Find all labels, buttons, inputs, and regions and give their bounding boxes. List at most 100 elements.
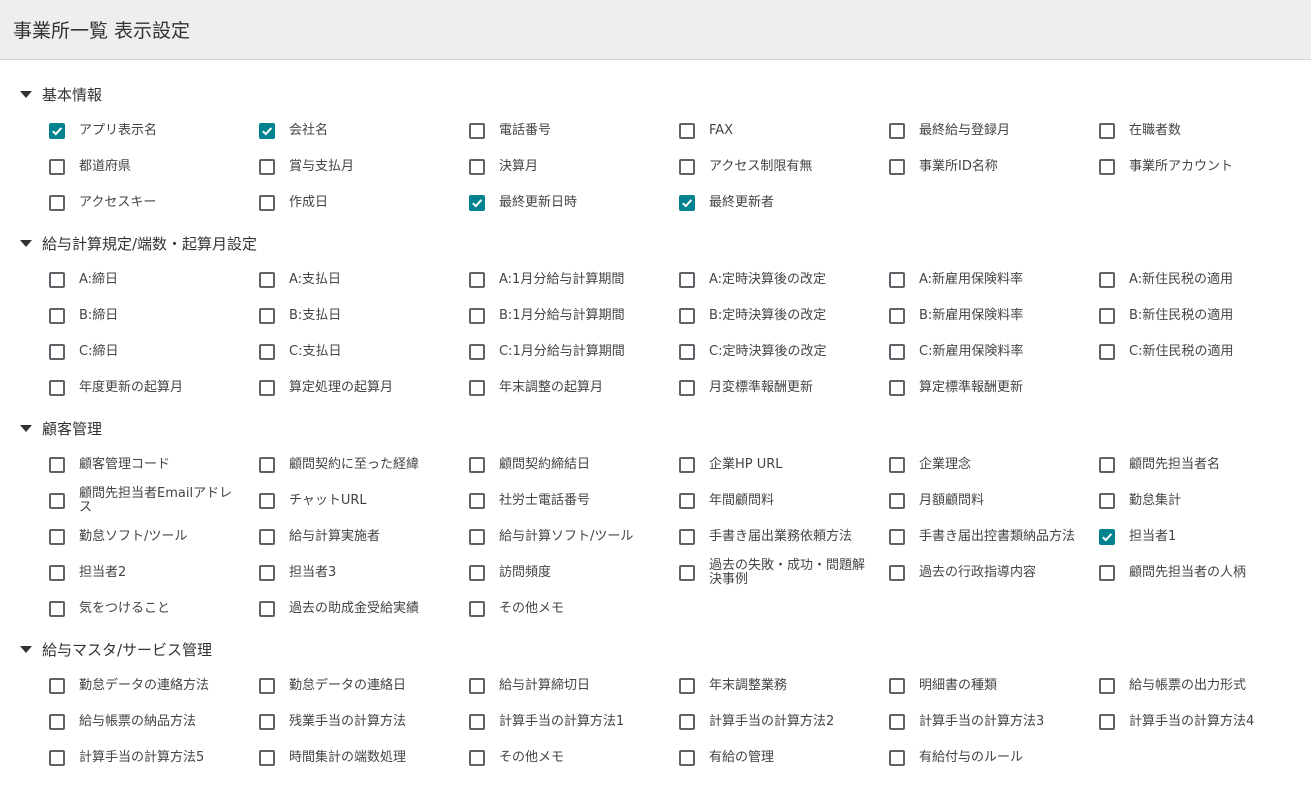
checkbox-unchecked[interactable] [469, 159, 485, 175]
checkbox-unchecked[interactable] [469, 565, 485, 581]
checkbox-unchecked[interactable] [469, 678, 485, 694]
checkbox-option[interactable]: B:新住民税の適用 [1099, 298, 1309, 334]
checkbox-option[interactable]: チャットURL [259, 483, 469, 519]
checkbox-unchecked[interactable] [49, 529, 65, 545]
checkbox-unchecked[interactable] [889, 380, 905, 396]
checkbox-option[interactable]: 計算手当の計算方法1 [469, 704, 679, 740]
checkbox-option[interactable]: C:新雇用保険料率 [889, 334, 1099, 370]
checkbox-option[interactable]: C:1月分給与計算期間 [469, 334, 679, 370]
checkbox-option[interactable]: A:新住民税の適用 [1099, 262, 1309, 298]
checkbox-option[interactable]: 給与計算ソフト/ツール [469, 519, 679, 555]
checkbox-option[interactable]: 作成日 [259, 185, 469, 221]
checkbox-option[interactable]: 在職者数 [1099, 113, 1309, 149]
checkbox-unchecked[interactable] [469, 529, 485, 545]
checkbox-unchecked[interactable] [49, 601, 65, 617]
checkbox-unchecked[interactable] [49, 493, 65, 509]
checkbox-option[interactable]: 顧問先担当者の人柄 [1099, 555, 1309, 591]
checkbox-option[interactable]: 計算手当の計算方法3 [889, 704, 1099, 740]
checkbox-unchecked[interactable] [259, 344, 275, 360]
checkbox-unchecked[interactable] [469, 750, 485, 766]
checkbox-option[interactable]: 事業所アカウント [1099, 149, 1309, 185]
checkbox-unchecked[interactable] [49, 195, 65, 211]
checkbox-option[interactable]: 都道府県 [49, 149, 259, 185]
checkbox-option[interactable]: 手書き届出控書類納品方法 [889, 519, 1099, 555]
checkbox-unchecked[interactable] [259, 457, 275, 473]
checkbox-unchecked[interactable] [1099, 714, 1115, 730]
checkbox-option[interactable]: 月額顧問料 [889, 483, 1099, 519]
checkbox-option[interactable]: B:締日 [49, 298, 259, 334]
checkbox-option[interactable]: 残業手当の計算方法 [259, 704, 469, 740]
checkbox-option[interactable]: A:締日 [49, 262, 259, 298]
checkbox-option[interactable]: 担当者1 [1099, 519, 1309, 555]
checkbox-unchecked[interactable] [889, 714, 905, 730]
checkbox-option[interactable]: 算定処理の起算月 [259, 370, 469, 406]
checkbox-unchecked[interactable] [469, 123, 485, 139]
section-header[interactable]: 顧客管理 [0, 415, 1311, 441]
checkbox-option[interactable]: 勤怠データの連絡日 [259, 668, 469, 704]
caret-down-icon[interactable] [20, 645, 32, 653]
checkbox-unchecked[interactable] [889, 493, 905, 509]
checkbox-unchecked[interactable] [889, 308, 905, 324]
checkbox-unchecked[interactable] [1099, 159, 1115, 175]
checkbox-unchecked[interactable] [49, 272, 65, 288]
checkbox-checked[interactable] [469, 195, 485, 211]
checkbox-checked[interactable] [1099, 529, 1115, 545]
checkbox-option[interactable]: 給与計算締切日 [469, 668, 679, 704]
checkbox-option[interactable]: 社労士電話番号 [469, 483, 679, 519]
checkbox-unchecked[interactable] [259, 678, 275, 694]
checkbox-unchecked[interactable] [679, 123, 695, 139]
checkbox-unchecked[interactable] [889, 344, 905, 360]
checkbox-option[interactable]: 賞与支払月 [259, 149, 469, 185]
checkbox-unchecked[interactable] [679, 750, 695, 766]
checkbox-unchecked[interactable] [469, 380, 485, 396]
checkbox-option[interactable]: 計算手当の計算方法5 [49, 740, 259, 776]
checkbox-option[interactable]: 顧問契約に至った経緯 [259, 447, 469, 483]
checkbox-option[interactable]: A:支払日 [259, 262, 469, 298]
checkbox-option[interactable]: 顧問先担当者Emailアドレス [49, 483, 259, 519]
checkbox-unchecked[interactable] [49, 457, 65, 473]
checkbox-unchecked[interactable] [1099, 123, 1115, 139]
checkbox-option[interactable]: 勤怠データの連絡方法 [49, 668, 259, 704]
checkbox-unchecked[interactable] [679, 529, 695, 545]
checkbox-option[interactable]: A:新雇用保険料率 [889, 262, 1099, 298]
checkbox-unchecked[interactable] [1099, 272, 1115, 288]
checkbox-option[interactable]: 決算月 [469, 149, 679, 185]
checkbox-unchecked[interactable] [259, 159, 275, 175]
checkbox-option[interactable]: 電話番号 [469, 113, 679, 149]
checkbox-option[interactable]: 手書き届出業務依頼方法 [679, 519, 889, 555]
checkbox-unchecked[interactable] [259, 529, 275, 545]
section-header[interactable]: 基本情報 [0, 81, 1311, 107]
checkbox-option[interactable]: 給与帳票の出力形式 [1099, 668, 1309, 704]
checkbox-unchecked[interactable] [889, 529, 905, 545]
checkbox-unchecked[interactable] [49, 750, 65, 766]
checkbox-option[interactable]: C:締日 [49, 334, 259, 370]
checkbox-unchecked[interactable] [889, 750, 905, 766]
checkbox-unchecked[interactable] [1099, 678, 1115, 694]
checkbox-option[interactable]: 顧客管理コード [49, 447, 259, 483]
checkbox-unchecked[interactable] [49, 308, 65, 324]
checkbox-unchecked[interactable] [679, 159, 695, 175]
checkbox-unchecked[interactable] [889, 457, 905, 473]
checkbox-option[interactable]: 顧問契約締結日 [469, 447, 679, 483]
checkbox-option[interactable]: 月変標準報酬更新 [679, 370, 889, 406]
checkbox-unchecked[interactable] [49, 714, 65, 730]
caret-down-icon[interactable] [20, 239, 32, 247]
caret-down-icon[interactable] [20, 424, 32, 432]
checkbox-option[interactable]: 最終更新日時 [469, 185, 679, 221]
checkbox-option[interactable]: 会社名 [259, 113, 469, 149]
checkbox-option[interactable]: C:新住民税の適用 [1099, 334, 1309, 370]
checkbox-unchecked[interactable] [259, 493, 275, 509]
checkbox-unchecked[interactable] [679, 308, 695, 324]
checkbox-unchecked[interactable] [469, 272, 485, 288]
checkbox-option[interactable]: B:新雇用保険料率 [889, 298, 1099, 334]
checkbox-option[interactable]: 年度更新の起算月 [49, 370, 259, 406]
checkbox-option[interactable]: その他メモ [469, 740, 679, 776]
checkbox-option[interactable]: 年末調整の起算月 [469, 370, 679, 406]
checkbox-checked[interactable] [679, 195, 695, 211]
checkbox-unchecked[interactable] [259, 272, 275, 288]
checkbox-option[interactable]: B:定時決算後の改定 [679, 298, 889, 334]
checkbox-unchecked[interactable] [889, 159, 905, 175]
checkbox-unchecked[interactable] [469, 457, 485, 473]
checkbox-unchecked[interactable] [469, 308, 485, 324]
checkbox-unchecked[interactable] [889, 123, 905, 139]
